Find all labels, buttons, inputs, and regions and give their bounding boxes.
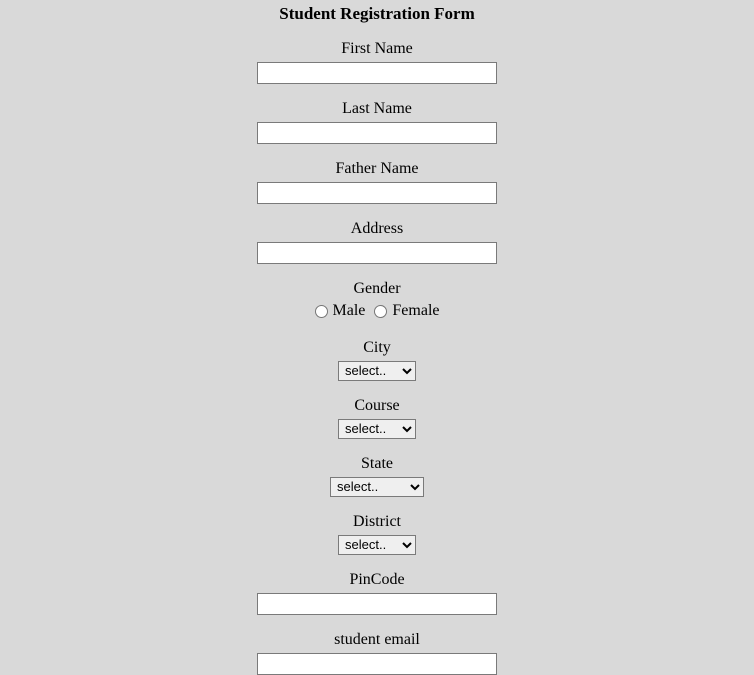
student-email-group: student email xyxy=(0,631,754,675)
address-input[interactable] xyxy=(257,242,497,264)
gender-male-radio[interactable] xyxy=(315,305,328,318)
address-group: Address xyxy=(0,220,754,264)
address-label: Address xyxy=(0,220,754,238)
pincode-input[interactable] xyxy=(257,593,497,615)
course-select[interactable]: select.. xyxy=(338,419,416,439)
first-name-label: First Name xyxy=(0,40,754,58)
state-group: State select.. xyxy=(0,455,754,497)
city-label: City xyxy=(0,339,754,357)
form-title: Student Registration Form xyxy=(0,2,754,24)
pincode-label: PinCode xyxy=(0,571,754,589)
state-label: State xyxy=(0,455,754,473)
pincode-group: PinCode xyxy=(0,571,754,615)
district-label: District xyxy=(0,513,754,531)
gender-group: Gender Male Female xyxy=(0,280,754,323)
city-group: City select.. xyxy=(0,339,754,381)
district-group: District select.. xyxy=(0,513,754,555)
gender-female-label: Female xyxy=(392,302,439,320)
student-email-label: student email xyxy=(0,631,754,649)
father-name-input[interactable] xyxy=(257,182,497,204)
city-select[interactable]: select.. xyxy=(338,361,416,381)
father-name-group: Father Name xyxy=(0,160,754,204)
district-select[interactable]: select.. xyxy=(338,535,416,555)
last-name-group: Last Name xyxy=(0,100,754,144)
course-label: Course xyxy=(0,397,754,415)
first-name-group: First Name xyxy=(0,40,754,84)
gender-male-label: Male xyxy=(333,302,366,320)
last-name-input[interactable] xyxy=(257,122,497,144)
course-group: Course select.. xyxy=(0,397,754,439)
first-name-input[interactable] xyxy=(257,62,497,84)
gender-female-radio[interactable] xyxy=(374,305,387,318)
gender-label: Gender xyxy=(0,280,754,298)
father-name-label: Father Name xyxy=(0,160,754,178)
last-name-label: Last Name xyxy=(0,100,754,118)
state-select[interactable]: select.. xyxy=(330,477,424,497)
registration-form: Student Registration Form First Name Las… xyxy=(0,0,754,675)
student-email-input[interactable] xyxy=(257,653,497,675)
